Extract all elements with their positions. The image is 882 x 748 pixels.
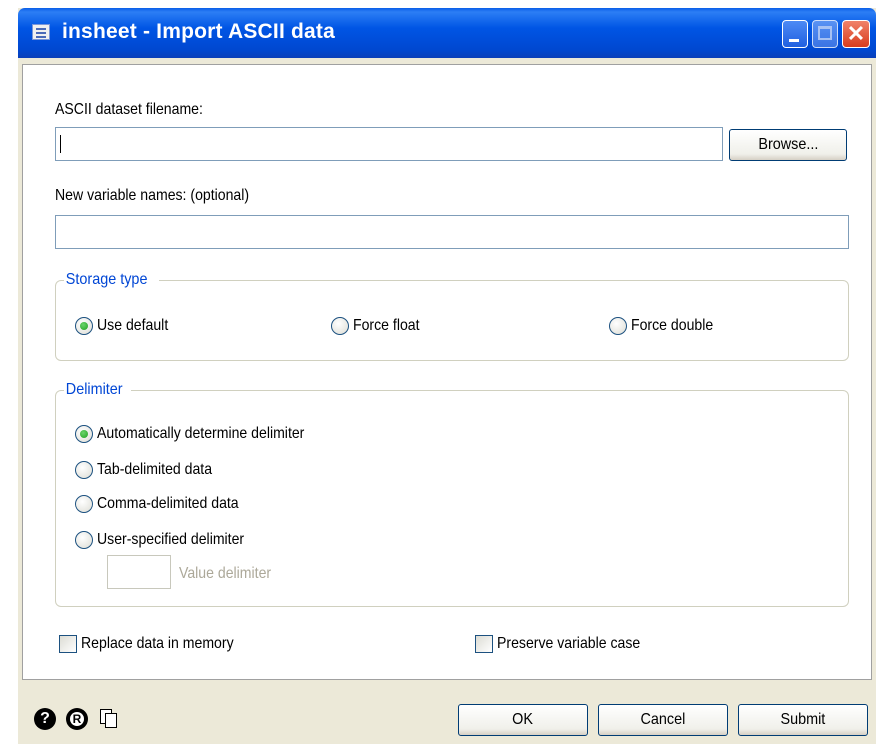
varnames-label: New variable names: (optional): [55, 187, 250, 204]
main-panel: ASCII dataset filename: Browse... New va…: [22, 64, 872, 680]
radio-use-default[interactable]: [75, 317, 93, 335]
close-button[interactable]: ✕: [842, 20, 870, 48]
ok-button[interactable]: OK: [458, 704, 588, 736]
delimiter-group: Delimiter: [55, 381, 849, 607]
browse-button[interactable]: Browse...: [729, 129, 847, 161]
dialog-window: insheet - Import ASCII data ✕ ASCII data…: [18, 8, 876, 744]
browse-label: Browse...: [757, 136, 819, 153]
storage-type-legend: Storage type: [65, 271, 148, 288]
cancel-label: Cancel: [640, 711, 686, 728]
maximize-button[interactable]: [812, 20, 838, 48]
filename-input[interactable]: [55, 127, 723, 161]
value-delimiter-input[interactable]: [107, 555, 171, 589]
window-icon: [32, 24, 50, 40]
close-icon: ✕: [846, 21, 866, 46]
help-icon[interactable]: ?: [34, 708, 56, 730]
copy-command-icon[interactable]: [98, 708, 120, 730]
replace-data-label: Replace data in memory: [81, 635, 234, 652]
radio-tab-delimited[interactable]: [75, 461, 93, 479]
value-delimiter-label: Value delimiter: [179, 565, 272, 582]
text-caret: [60, 135, 61, 153]
preserve-case-checkbox[interactable]: [475, 635, 493, 653]
minimize-button[interactable]: [782, 20, 808, 48]
storage-type-group: Storage type: [55, 271, 849, 361]
auto-delimiter-label: Automatically determine delimiter: [97, 425, 305, 442]
ok-label: OK: [512, 711, 534, 728]
submit-button[interactable]: Submit: [738, 704, 868, 736]
user-delimiter-label: User-specified delimiter: [97, 531, 245, 548]
minimize-icon: [789, 39, 799, 42]
maximize-icon: [818, 26, 832, 40]
tab-delimited-label: Tab-delimited data: [97, 461, 213, 478]
reset-icon[interactable]: R: [66, 708, 88, 730]
radio-auto-delimiter[interactable]: [75, 425, 93, 443]
radio-force-float[interactable]: [331, 317, 349, 335]
use-default-label: Use default: [97, 317, 169, 334]
preserve-case-label: Preserve variable case: [497, 635, 641, 652]
title-bar[interactable]: insheet - Import ASCII data ✕: [18, 8, 876, 58]
comma-delimited-label: Comma-delimited data: [97, 495, 239, 512]
filename-label: ASCII dataset filename:: [55, 101, 203, 118]
submit-label: Submit: [780, 711, 826, 728]
replace-data-checkbox[interactable]: [59, 635, 77, 653]
radio-comma-delimited[interactable]: [75, 495, 93, 513]
varnames-input[interactable]: [55, 215, 849, 249]
cancel-button[interactable]: Cancel: [598, 704, 728, 736]
force-double-label: Force double: [631, 317, 714, 334]
radio-force-double[interactable]: [609, 317, 627, 335]
radio-user-delimiter[interactable]: [75, 531, 93, 549]
window-title: insheet - Import ASCII data: [62, 20, 335, 43]
delimiter-legend: Delimiter: [65, 381, 123, 398]
force-float-label: Force float: [353, 317, 420, 334]
